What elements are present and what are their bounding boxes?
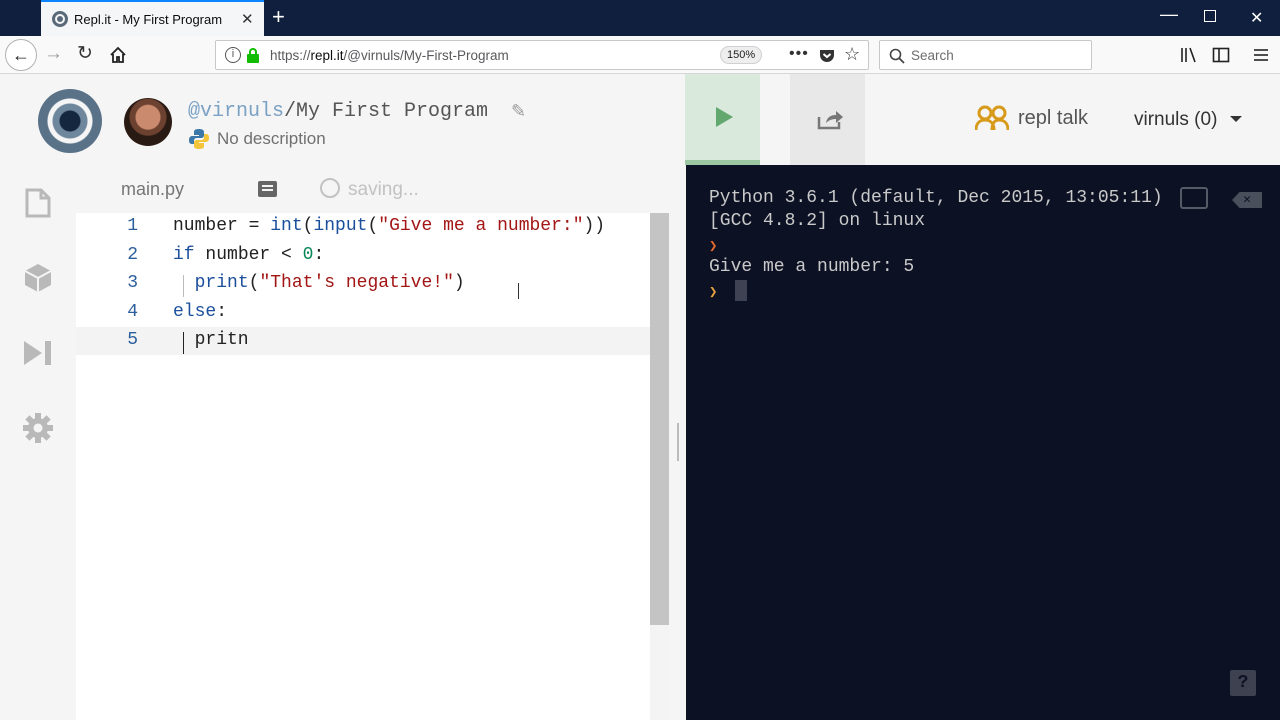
text-caret — [183, 332, 184, 354]
python-icon — [189, 129, 209, 149]
file-tab-main[interactable]: main.py — [76, 165, 239, 213]
search-placeholder: Search — [911, 48, 954, 63]
indent-guide — [183, 275, 184, 297]
code-text[interactable]: print("That's negative!") — [173, 273, 465, 293]
replit-favicon-icon — [52, 11, 68, 27]
repl-owner[interactable]: @virnuls — [188, 100, 284, 123]
help-button[interactable]: ? — [1230, 670, 1256, 696]
url-bar[interactable]: i https://repl.it/@virnuls/My-First-Prog… — [215, 40, 869, 70]
code-line[interactable]: 2 if number < 0: — [76, 242, 650, 270]
secure-lock-icon — [247, 48, 259, 63]
clear-x-icon[interactable]: ✕ — [1232, 192, 1262, 208]
minimize-icon[interactable]: — — [1160, 4, 1178, 25]
hamburger-menu-icon[interactable] — [1253, 47, 1269, 63]
caret-down-icon — [1229, 116, 1242, 122]
line-number: 5 — [127, 330, 138, 350]
back-button[interactable]: ← — [5, 39, 37, 71]
repl-talk-label: repl talk — [1018, 107, 1089, 129]
code-line-active[interactable]: 5 pritn — [76, 327, 650, 355]
line-number: 3 — [127, 273, 138, 293]
scrollbar-thumb[interactable] — [650, 213, 669, 625]
user-menu[interactable]: virnuls (0) — [1134, 109, 1242, 131]
home-icon[interactable] — [109, 46, 127, 64]
code-line[interactable]: 3 print("That's negative!") — [76, 270, 650, 298]
code-text[interactable]: else: — [173, 302, 227, 322]
settings-gear-icon[interactable] — [22, 412, 54, 444]
code-line[interactable]: 4 else: — [76, 299, 650, 327]
page-actions-icon[interactable]: ••• — [789, 45, 809, 63]
user-menu-label: virnuls (0) — [1134, 109, 1218, 130]
share-button[interactable] — [790, 74, 865, 165]
console-output-line: Python 3.6.1 (default, Dec 2015, 13:05:1… — [709, 188, 1163, 208]
prompt-chevron-icon: ❯ — [709, 239, 718, 255]
browser-navbar: ← → ↻ i https://repl.it/@virnuls/My-Firs… — [0, 36, 1280, 74]
console-output-line: Give me a number: 5 — [709, 257, 915, 277]
repl-description[interactable]: No description — [217, 129, 326, 149]
code-text[interactable]: pritn — [173, 330, 249, 350]
reload-icon[interactable]: ↻ — [77, 42, 93, 65]
code-text[interactable]: number = int(input("Give me a number:")) — [173, 216, 605, 236]
new-tab-button[interactable]: + — [272, 4, 285, 30]
forward-icon[interactable]: → — [44, 43, 63, 65]
format-code-icon[interactable] — [258, 181, 277, 197]
console-panel[interactable]: Python 3.6.1 (default, Dec 2015, 13:05:1… — [686, 165, 1280, 720]
play-icon — [716, 107, 733, 127]
repl-name: My First Program — [296, 100, 489, 123]
replit-logo-icon[interactable] — [38, 89, 102, 153]
pane-splitter[interactable] — [669, 165, 686, 720]
repl-header: @virnuls/My First Program ✎ No descripti… — [0, 74, 1280, 165]
code-text[interactable]: if number < 0: — [173, 245, 324, 265]
code-line[interactable]: 1 number = int(input("Give me a number:"… — [76, 213, 650, 241]
search-bar[interactable]: Search — [879, 40, 1092, 70]
repl-title[interactable]: @virnuls/My First Program — [188, 100, 488, 123]
code-editor[interactable]: 1 number = int(input("Give me a number:"… — [76, 213, 669, 720]
repl-talk-link[interactable]: repl talk — [975, 105, 1089, 131]
bookmark-star-icon[interactable]: ☆ — [844, 44, 860, 65]
line-number: 4 — [127, 302, 138, 322]
mouse-cursor-icon — [518, 283, 526, 299]
line-number: 2 — [127, 245, 138, 265]
line-number: 1 — [127, 216, 138, 236]
browser-titlebar: Repl.it - My First Program ✕ + — ✕ — [0, 0, 1280, 36]
edit-pencil-icon[interactable]: ✎ — [511, 101, 526, 122]
zoom-level-badge[interactable]: 150% — [720, 46, 763, 64]
info-icon[interactable]: i — [225, 47, 241, 63]
url-text: https://repl.it/@virnuls/My-First-Progra… — [270, 48, 509, 63]
browser-tab[interactable]: Repl.it - My First Program ✕ — [41, 0, 264, 36]
tab-title: Repl.it - My First Program — [74, 12, 223, 27]
splitter-handle[interactable] — [677, 423, 679, 461]
file-tab-label: main.py — [121, 179, 185, 199]
console-cursor — [735, 280, 747, 301]
maximize-icon[interactable] — [1204, 10, 1216, 22]
packages-cube-icon[interactable] — [22, 262, 54, 294]
editor-tab-bar: main.py saving... — [76, 165, 669, 213]
pocket-icon[interactable] — [818, 47, 836, 65]
saving-status: saving... — [320, 178, 419, 201]
close-tab-icon[interactable]: ✕ — [241, 10, 254, 28]
console-output-line: [GCC 4.8.2] on linux — [709, 211, 926, 231]
close-window-icon[interactable]: ✕ — [1250, 8, 1263, 28]
left-sidebar — [0, 165, 76, 720]
editor-scrollbar[interactable] — [650, 213, 669, 720]
sidebar-toggle-icon[interactable] — [1212, 46, 1230, 64]
history-icon — [320, 178, 340, 198]
files-icon[interactable] — [22, 187, 54, 219]
prompt-chevron-icon: ❯ — [709, 285, 718, 301]
search-icon — [889, 48, 905, 64]
share-icon — [817, 111, 843, 130]
library-icon[interactable] — [1180, 46, 1198, 64]
run-button[interactable] — [685, 74, 760, 165]
debugger-step-icon[interactable] — [22, 337, 54, 369]
users-icon — [975, 105, 1009, 131]
user-avatar[interactable] — [124, 98, 172, 146]
clear-console-icon[interactable] — [1180, 187, 1208, 209]
